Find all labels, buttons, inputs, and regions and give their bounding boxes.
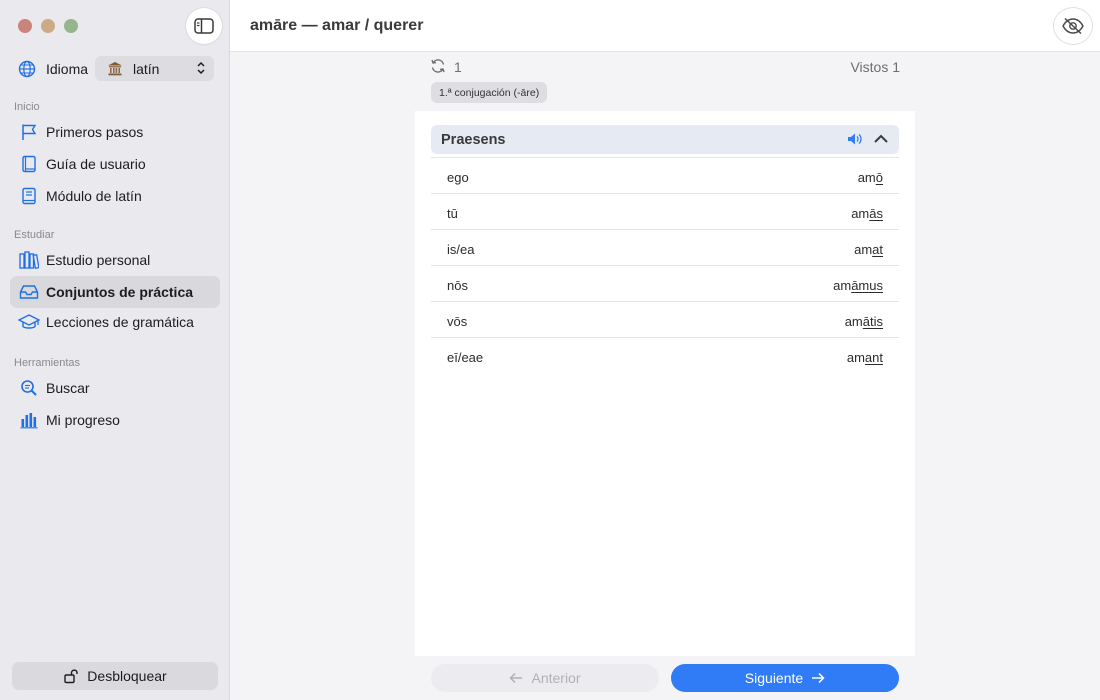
sidebar-item-estudio-personal[interactable]: Estudio personal — [10, 244, 220, 276]
verb-ending: ātis — [862, 314, 883, 329]
pronoun: eī/eae — [447, 350, 484, 365]
graduation-cap-icon — [18, 314, 40, 329]
books-icon — [19, 251, 39, 269]
conjugation-card: Praesens ego amō tū amās is/ea amat nōs … — [415, 111, 915, 656]
tense-header[interactable]: Praesens — [431, 125, 899, 154]
verb-form: amātis — [845, 314, 883, 329]
table-row: tū amās — [431, 193, 899, 229]
pronoun: nōs — [447, 278, 468, 293]
verb-ending: at — [872, 242, 883, 257]
pronoun: vōs — [447, 314, 468, 329]
temple-icon — [108, 62, 122, 76]
sidebar-item-buscar[interactable]: Buscar — [10, 372, 220, 404]
sidebar-item-label: Mi progreso — [46, 412, 120, 428]
verb-stem: am — [846, 350, 865, 365]
sidebar: Idioma latín Inicio Primeros pasos Guía … — [0, 0, 230, 700]
unlock-label: Desbloquear — [87, 668, 167, 684]
conjugation-table: ego amō tū amās is/ea amat nōs amāmus vō… — [431, 157, 899, 373]
sidebar-item-label: Módulo de latín — [46, 188, 142, 204]
sidebar-item-mi-progreso[interactable]: Mi progreso — [10, 404, 220, 436]
table-row: vōs amātis — [431, 301, 899, 337]
table-row: eī/eae amant — [431, 337, 899, 373]
close-window-button[interactable] — [18, 19, 32, 33]
pronoun: tū — [447, 206, 458, 221]
window-controls — [18, 19, 78, 33]
unlock-icon — [64, 669, 78, 684]
previous-label: Anterior — [531, 670, 581, 686]
flag-icon — [22, 124, 37, 140]
globe-icon — [18, 60, 36, 78]
tense-name: Praesens — [441, 132, 506, 148]
sidebar-item-modulo-de-latin[interactable]: Módulo de latín — [10, 180, 220, 212]
card-meta-row: 1 Vistos 1 — [430, 58, 900, 76]
hide-answers-button[interactable] — [1054, 8, 1092, 44]
refresh-icon — [431, 59, 445, 73]
main-content: amāre — amar / querer 1 Vistos 1 1.ª con… — [230, 0, 1100, 700]
table-row: is/ea amat — [431, 229, 899, 265]
tray-icon — [19, 285, 39, 299]
sidebar-item-label: Conjuntos de práctica — [46, 284, 194, 300]
verb-ending: āmus — [851, 278, 883, 293]
book-icon — [22, 155, 36, 173]
zoom-window-button[interactable] — [64, 19, 78, 33]
previous-button[interactable]: Anterior — [431, 664, 659, 692]
sidebar-item-primeros-pasos[interactable]: Primeros pasos — [10, 116, 220, 148]
search-icon — [21, 380, 37, 396]
language-select[interactable]: latín — [95, 56, 214, 81]
seen-count: Vistos 1 — [850, 59, 900, 75]
eye-slash-icon — [1062, 17, 1084, 35]
pronoun: ego — [447, 170, 469, 185]
verb-form: amās — [851, 206, 883, 221]
minimize-window-button[interactable] — [41, 19, 55, 33]
bar-chart-icon — [20, 413, 38, 429]
sidebar-item-label: Estudio personal — [46, 252, 151, 268]
sidebar-item-lecciones-de-gramatica[interactable]: Lecciones de gramática — [10, 306, 220, 338]
table-row: ego amō — [431, 157, 899, 193]
section-title-inicio: Inicio — [14, 101, 40, 113]
verb-form: amō — [858, 170, 883, 185]
sidebar-item-label: Primeros pasos — [46, 124, 144, 140]
next-button[interactable]: Siguiente — [671, 664, 899, 692]
language-label: Idioma — [46, 61, 89, 77]
verb-stem: am — [833, 278, 852, 293]
sidebar-item-label: Lecciones de gramática — [46, 314, 194, 330]
sidebar-item-label: Guía de usuario — [46, 156, 146, 172]
chevron-up-down-icon — [197, 61, 205, 75]
sidebar-item-label: Buscar — [46, 380, 90, 396]
sidebar-toggle-button[interactable] — [186, 8, 222, 44]
verb-form: amant — [847, 350, 883, 365]
arrow-right-icon — [812, 672, 825, 684]
table-row: nōs amāmus — [431, 265, 899, 301]
verb-ending: ant — [864, 350, 883, 365]
module-book-icon — [22, 187, 36, 205]
pronoun: is/ea — [447, 242, 475, 257]
language-row: Idioma latín — [18, 56, 218, 82]
title-bar: amāre — amar / querer — [230, 0, 1100, 52]
next-label: Siguiente — [744, 670, 804, 686]
section-title-estudiar: Estudiar — [14, 229, 55, 241]
section-title-herramientas: Herramientas — [14, 357, 81, 369]
verb-form: amat — [854, 242, 883, 257]
conjugation-tag: 1.ª conjugación (-āre) — [431, 82, 548, 103]
unlock-button[interactable]: Desbloquear — [12, 662, 218, 690]
sidebar-item-conjuntos-de-practica[interactable]: Conjuntos de práctica — [10, 276, 220, 308]
verb-ending: ō — [875, 170, 883, 185]
review-count: 1 — [454, 59, 462, 75]
sidebar-toggle-icon — [194, 18, 214, 34]
verb-form: amāmus — [833, 278, 883, 293]
chevron-up-icon[interactable] — [873, 133, 889, 145]
speaker-icon[interactable] — [847, 132, 863, 146]
arrow-left-icon — [509, 672, 523, 684]
verb-ending: ās — [869, 206, 883, 221]
verb-stem: am — [857, 170, 876, 185]
verb-stem: am — [854, 242, 873, 257]
verb-stem: am — [844, 314, 863, 329]
sidebar-item-guia-de-usuario[interactable]: Guía de usuario — [10, 148, 220, 180]
verb-stem: am — [851, 206, 870, 221]
language-select-value: latín — [133, 60, 160, 77]
page-title: amāre — amar / querer — [250, 17, 424, 34]
